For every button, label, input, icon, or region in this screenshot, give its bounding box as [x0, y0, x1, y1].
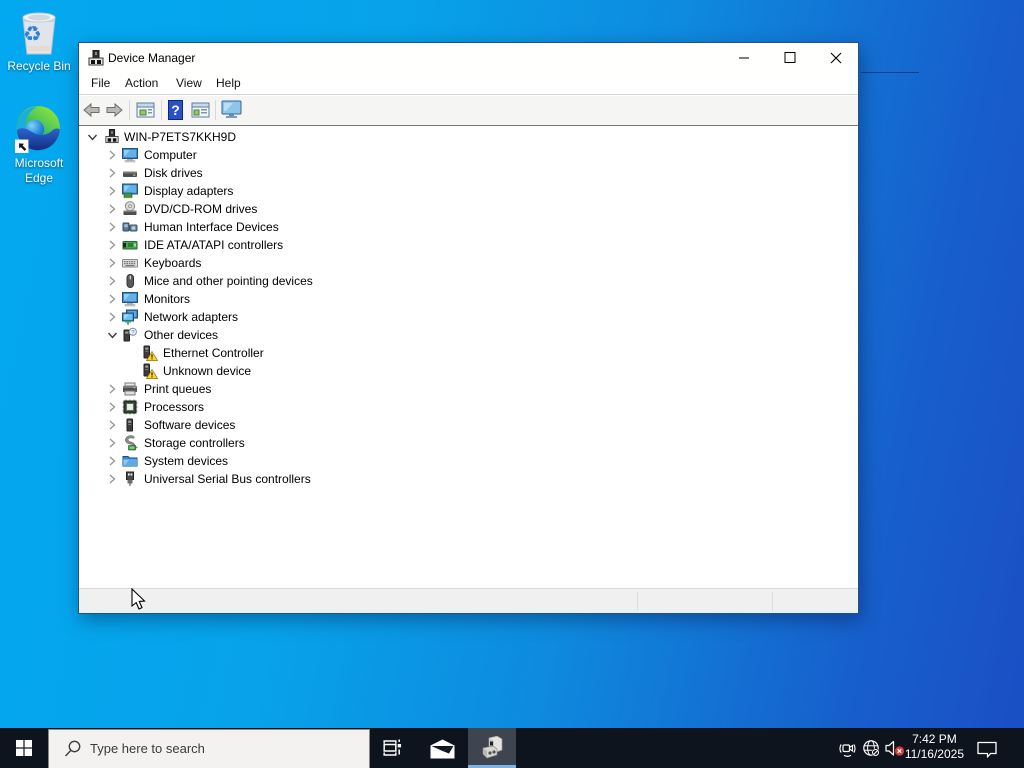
svg-text:?: ?: [171, 102, 180, 118]
svg-text:?: ?: [131, 329, 135, 336]
